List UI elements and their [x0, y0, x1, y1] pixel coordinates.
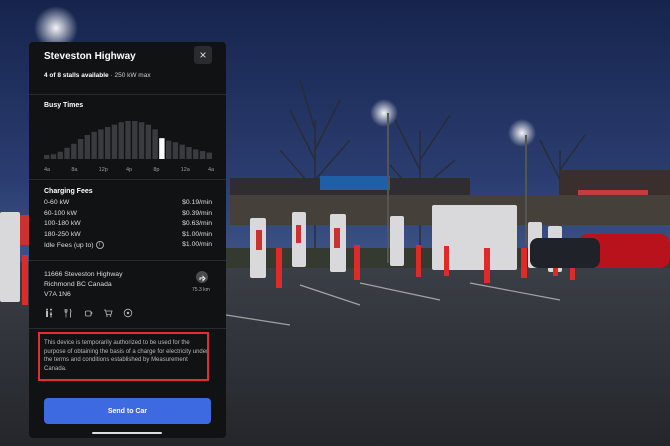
fee-price: $0.39/min: [182, 209, 212, 217]
busy-bar: [145, 124, 152, 159]
fee-tier-label: Idle Fees (up to) i: [44, 241, 104, 249]
busy-times-tick: 4a: [208, 167, 215, 173]
info-icon[interactable]: i: [95, 241, 104, 249]
busy-times-tick: 8a: [71, 167, 78, 173]
busy-times-tick: 12a: [180, 167, 190, 173]
busy-bar-current: [159, 138, 165, 159]
divider: [29, 260, 226, 261]
navigate-arrow-icon: [199, 275, 206, 282]
busy-bar: [84, 135, 91, 159]
annotation-highlight-box: [38, 332, 209, 381]
restroom-icon[interactable]: [44, 308, 54, 318]
restaurant-icon[interactable]: [63, 308, 73, 318]
fee-row: 60-100 kW $0.39/min: [44, 210, 212, 220]
busy-bar: [50, 154, 57, 159]
busy-times-tick: 4p: [126, 167, 133, 173]
close-icon: ×: [199, 48, 207, 62]
divider: [29, 94, 226, 95]
stalls-available: 4 of 8 stalls available: [44, 72, 109, 79]
wifi-icon[interactable]: [123, 308, 133, 318]
busy-bar: [179, 144, 185, 159]
address-line2: Richmond BC Canada: [44, 281, 112, 288]
busy-bar: [138, 122, 145, 159]
busy-bar: [64, 147, 70, 159]
busy-bar: [77, 139, 84, 159]
busy-times-tick: 12p: [98, 167, 108, 173]
fee-row: Idle Fees (up to) i $1.00/min: [44, 241, 212, 251]
charging-fees-title: Charging Fees: [44, 188, 93, 195]
address-line1: 11666 Steveston Highway: [44, 271, 123, 278]
busy-bar: [152, 129, 158, 159]
busy-bar: [91, 131, 97, 159]
busy-bar: [206, 152, 212, 159]
close-button[interactable]: ×: [194, 46, 212, 64]
busy-bar: [165, 140, 172, 159]
home-indicator: [92, 432, 162, 434]
busy-times-chart: [44, 121, 212, 159]
busy-bar: [186, 147, 192, 159]
navigate-button[interactable]: [196, 271, 208, 283]
fee-tier-label: 60-100 kW: [44, 209, 77, 217]
fee-tier-label: 100-180 kW: [44, 220, 81, 227]
busy-times-tick: 8p: [153, 167, 160, 173]
fee-row: 180-250 kW $1.00/min: [44, 231, 212, 241]
fee-price: $1.00/min: [182, 241, 212, 248]
max-power: · 250 kW max: [108, 72, 151, 79]
address-line3: V7A 1N6: [44, 291, 71, 298]
busy-bar: [98, 129, 104, 159]
distance: 75.3 km: [192, 287, 210, 293]
busy-bar: [118, 122, 124, 159]
fee-row: 0-60 kW $0.19/min: [44, 199, 212, 209]
busy-bar: [125, 121, 131, 159]
busy-bar: [199, 151, 206, 159]
busy-times-title: Busy Times: [44, 102, 84, 109]
shopping-cart-icon[interactable]: [103, 308, 113, 318]
fee-tier-label: 0-60 kW: [44, 199, 70, 206]
station-title: Steveston Highway: [44, 51, 136, 62]
busy-bar: [193, 149, 199, 159]
stalls-status: 4 of 8 stalls available · 250 kW max: [44, 72, 151, 79]
busy-bar: [132, 121, 138, 159]
divider: [29, 328, 226, 329]
fee-row: 100-180 kW $0.63/min: [44, 220, 212, 230]
busy-times-tick: 4a: [44, 167, 51, 173]
busy-bar: [57, 151, 63, 159]
fee-price: $0.19/min: [182, 199, 212, 206]
divider: [29, 179, 226, 180]
busy-bar: [172, 142, 179, 159]
fee-tier-label: 180-250 kW: [44, 230, 81, 238]
fee-price: $0.63/min: [182, 220, 212, 227]
coffee-icon[interactable]: [84, 308, 94, 318]
busy-bar: [104, 127, 111, 159]
busy-bar: [111, 124, 118, 159]
busy-bar: [44, 155, 50, 159]
fee-price: $1.00/min: [182, 230, 212, 238]
send-to-car-button[interactable]: Send to Car: [44, 398, 211, 424]
busy-bar: [71, 143, 77, 159]
